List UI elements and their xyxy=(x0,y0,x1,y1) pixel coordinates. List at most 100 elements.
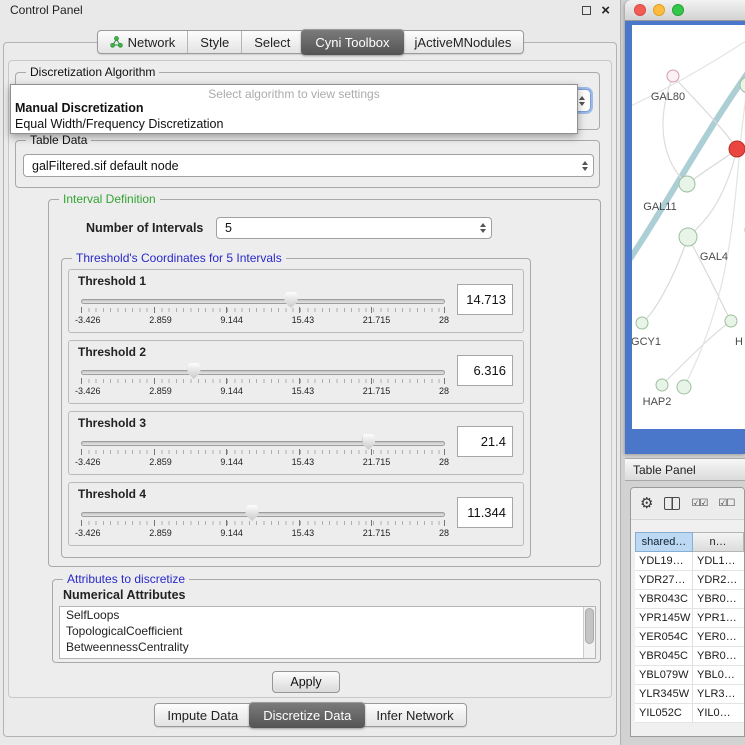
slider-track xyxy=(81,512,445,517)
threshold-3-slider[interactable]: -3.4262.8599.14415.4321.71528 xyxy=(81,432,445,472)
slider-track xyxy=(81,441,445,446)
tab-jactivemnodules[interactable]: jActiveMNodules xyxy=(403,31,524,53)
node-label: GAL11 xyxy=(643,201,676,213)
threshold-1-value-field[interactable]: 14.713 xyxy=(457,284,513,315)
threshold-2-value-field[interactable]: 6.316 xyxy=(457,355,513,386)
select-checks-icon[interactable]: ☑☑ xyxy=(691,499,707,509)
dropdown-placeholder: Select algorithm to view settings xyxy=(11,85,577,100)
slider-thumb[interactable] xyxy=(285,292,298,308)
threshold-4-section: Threshold 4 -3.4262.8599.14415.4321.7152… xyxy=(68,482,524,546)
zoom-traffic-icon[interactable] xyxy=(672,4,684,16)
combo-stepper-icon xyxy=(475,218,491,238)
threshold-4-slider[interactable]: -3.4262.8599.14415.4321.71528 xyxy=(81,503,445,543)
node-label: GAL80 xyxy=(651,91,685,103)
attributes-scrollbar[interactable] xyxy=(583,607,595,658)
scrollbar-thumb[interactable] xyxy=(585,608,594,644)
network-window-titlebar xyxy=(625,0,745,21)
node-label: HAP2 xyxy=(643,396,672,408)
table-toolbar: ⚙ ☑☑ ☑☐ xyxy=(631,488,744,520)
table-panel-titlebar: Table Panel xyxy=(625,458,745,481)
tab-infer-network[interactable]: Infer Network xyxy=(364,704,465,726)
table-row[interactable]: YLR345WYLR3… xyxy=(635,685,744,704)
network-node[interactable] xyxy=(667,70,679,82)
tab-network[interactable]: Network xyxy=(98,31,188,53)
node-table: shared… n… YDL19…YDL1… YDR27…YDR2… YBR04… xyxy=(635,532,744,723)
threshold-4-value-field[interactable]: 11.344 xyxy=(457,497,513,528)
number-of-intervals-label: Number of Intervals xyxy=(86,221,203,235)
list-item[interactable]: TopologicalCoefficient xyxy=(60,623,595,639)
table-row[interactable]: YBR045CYBR0… xyxy=(635,647,744,666)
table-row[interactable]: YPR145WYPR1… xyxy=(635,609,744,628)
close-icon[interactable]: × xyxy=(601,3,610,18)
thresholds-group: Threshold's Coordinates for 5 Intervals … xyxy=(61,258,531,558)
list-item[interactable]: BetweennessCentrality xyxy=(60,639,595,655)
slider-thumb[interactable] xyxy=(187,363,200,379)
tab-impute-data[interactable]: Impute Data xyxy=(155,704,250,726)
column-header-shared-name[interactable]: shared… xyxy=(635,532,693,552)
close-traffic-icon[interactable] xyxy=(634,4,646,16)
table-browser-window: ⚙ ☑☑ ☑☐ shared… n… YDL19…YDL1… YDR27…YDR… xyxy=(630,487,745,737)
table-data-combobox[interactable]: galFiltered.sif default node xyxy=(23,154,594,177)
clear-checks-icon[interactable]: ☑☐ xyxy=(718,499,734,509)
columns-icon[interactable] xyxy=(664,497,680,510)
number-of-intervals-combobox[interactable]: 5 xyxy=(216,217,492,239)
gear-icon[interactable]: ⚙ xyxy=(640,496,653,511)
threshold-4-label: Threshold 4 xyxy=(78,487,146,501)
threshold-3-label: Threshold 3 xyxy=(78,416,146,430)
slider-thumb[interactable] xyxy=(246,505,259,521)
slider-track xyxy=(81,370,445,375)
table-row[interactable]: YDL19…YDL1… xyxy=(635,552,744,571)
network-node[interactable] xyxy=(679,228,697,246)
table-row[interactable]: YER054CYER0… xyxy=(635,628,744,647)
interval-definition-title: Interval Definition xyxy=(59,192,160,206)
list-item[interactable]: SelfLoops xyxy=(60,607,595,623)
tab-style[interactable]: Style xyxy=(187,31,241,53)
float-window-icon[interactable] xyxy=(582,6,591,15)
table-data-group: Table Data galFiltered.sif default node xyxy=(15,140,600,188)
discretization-algorithm-label: Discretization Algorithm xyxy=(26,65,159,79)
attributes-group-title: Attributes to discretize xyxy=(63,572,189,586)
control-panel-tabbar: Network Style Select Cyni Toolbox jActiv… xyxy=(0,30,621,54)
tab-network-label: Network xyxy=(128,35,176,50)
column-header-name[interactable]: n… xyxy=(693,532,744,552)
combo-stepper-icon xyxy=(577,155,593,176)
slider-thumb[interactable] xyxy=(362,434,375,450)
threshold-3-section: Threshold 3 -3.4262.8599.14415.4321.7152… xyxy=(68,411,524,475)
table-row[interactable]: YIL052CYIL0… xyxy=(635,704,744,723)
selected-network-node[interactable] xyxy=(729,141,745,157)
network-node[interactable] xyxy=(725,315,737,327)
control-panel-titlebar: Control Panel × xyxy=(0,0,620,20)
cyni-bottom-tabbar: Impute Data Discretize Data Infer Networ… xyxy=(0,703,621,727)
network-node[interactable] xyxy=(656,379,668,391)
threshold-1-label: Threshold 1 xyxy=(78,274,146,288)
minimize-traffic-icon[interactable] xyxy=(653,4,665,16)
network-canvas[interactable]: GAL80 GAL11 GAL4 GCY1 H HAP2 xyxy=(632,25,745,429)
network-node[interactable] xyxy=(679,176,695,192)
network-icon xyxy=(110,36,123,48)
network-node[interactable] xyxy=(677,380,691,394)
attributes-group: Attributes to discretize Numerical Attri… xyxy=(52,579,601,663)
threshold-2-label: Threshold 2 xyxy=(78,345,146,359)
threshold-2-section: Threshold 2 -3.4262.8599.14415.4321.7152… xyxy=(68,340,524,404)
network-node[interactable] xyxy=(636,317,648,329)
table-row[interactable]: YBR043CYBR0… xyxy=(635,590,744,609)
node-label: GCY1 xyxy=(632,336,661,348)
table-data-label: Table Data xyxy=(26,133,91,147)
interval-definition-group: Interval Definition Number of Intervals … xyxy=(48,199,601,567)
window-title: Control Panel xyxy=(10,3,83,17)
attributes-list[interactable]: SelfLoops TopologicalCoefficient Between… xyxy=(59,606,596,659)
threshold-1-slider[interactable]: -3.4262.8599.14415.4321.71528 xyxy=(81,290,445,330)
threshold-3-value-field[interactable]: 21.4 xyxy=(457,426,513,457)
dropdown-option-equal-width[interactable]: Equal Width/Frequency Discretization xyxy=(11,116,577,132)
numerical-attributes-label: Numerical Attributes xyxy=(63,588,185,602)
table-row[interactable]: YDR27…YDR2… xyxy=(635,571,744,590)
dropdown-option-manual-discretization[interactable]: Manual Discretization xyxy=(11,100,577,116)
tab-select[interactable]: Select xyxy=(241,31,302,53)
table-panel-title: Table Panel xyxy=(633,463,696,477)
threshold-2-slider[interactable]: -3.4262.8599.14415.4321.71528 xyxy=(81,361,445,401)
table-data-value: galFiltered.sif default node xyxy=(32,159,179,173)
apply-button[interactable]: Apply xyxy=(272,671,340,693)
table-row[interactable]: YBL079WYBL0… xyxy=(635,666,744,685)
tab-cyni-toolbox[interactable]: Cyni Toolbox xyxy=(301,29,403,55)
tab-discretize-data[interactable]: Discretize Data xyxy=(249,702,365,728)
